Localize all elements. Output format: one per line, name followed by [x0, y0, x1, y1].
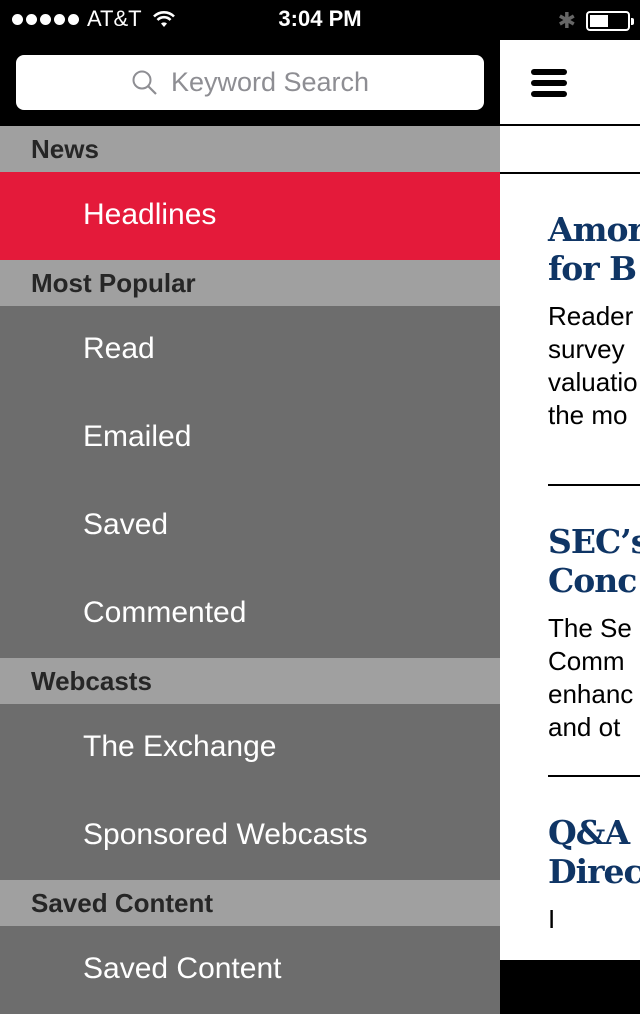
menu-item-saved-content[interactable]: Saved Content — [0, 926, 500, 1014]
bluetooth-icon: ✱ — [557, 8, 576, 33]
article-item[interactable]: SEC’s Conc The Se Comm enhanc and ot — [500, 486, 640, 744]
main-content: Amor for B Reader survey valuatio the mo SEC… — [500, 40, 640, 960]
menu-item-the-exchange[interactable]: The Exchange — [0, 704, 500, 792]
search-placeholder: Keyword Search — [170, 67, 370, 97]
menu-item-sponsored-webcasts[interactable]: Sponsored Webcasts — [0, 792, 500, 880]
article-summary: The Se Comm enhanc and ot — [548, 613, 634, 742]
clock: 3:04 PM — [278, 6, 362, 31]
article-title[interactable]: Q&A Direc — [548, 777, 640, 891]
search-input[interactable]: Keyword Search — [16, 55, 484, 110]
sub-bar — [500, 126, 640, 174]
article-title[interactable]: SEC’s Conc — [548, 486, 640, 600]
article-item[interactable]: Amor for B Reader survey valuatio the mo — [500, 174, 640, 432]
menu-item-read[interactable]: Read — [0, 306, 500, 394]
top-bar — [500, 40, 640, 126]
menu-item-commented[interactable]: Commented — [0, 570, 500, 658]
section-header-news: News — [0, 126, 500, 172]
status-bar: AT&T 3:04 PM ✱ — [0, 0, 640, 40]
section-header-most-popular: Most Popular — [0, 260, 500, 306]
article-item[interactable]: Q&A Direc I — [500, 777, 640, 936]
menu-item-saved[interactable]: Saved — [0, 482, 500, 570]
article-summary: Reader survey valuatio the mo — [548, 301, 638, 430]
article-title[interactable]: Amor for B — [548, 174, 640, 288]
article-summary: I — [548, 904, 556, 934]
section-header-webcasts: Webcasts — [0, 658, 500, 704]
section-header-saved-content: Saved Content — [0, 880, 500, 926]
battery-icon — [586, 11, 634, 31]
sidebar-menu: Keyword Search News Headlines Most Popul… — [0, 40, 500, 1014]
hamburger-menu-icon[interactable] — [531, 69, 567, 97]
menu-item-emailed[interactable]: Emailed — [0, 394, 500, 482]
menu-list: News Headlines Most Popular Read Emailed… — [0, 126, 500, 1014]
menu-item-headlines[interactable]: Headlines — [0, 172, 500, 260]
search-icon — [132, 70, 157, 95]
